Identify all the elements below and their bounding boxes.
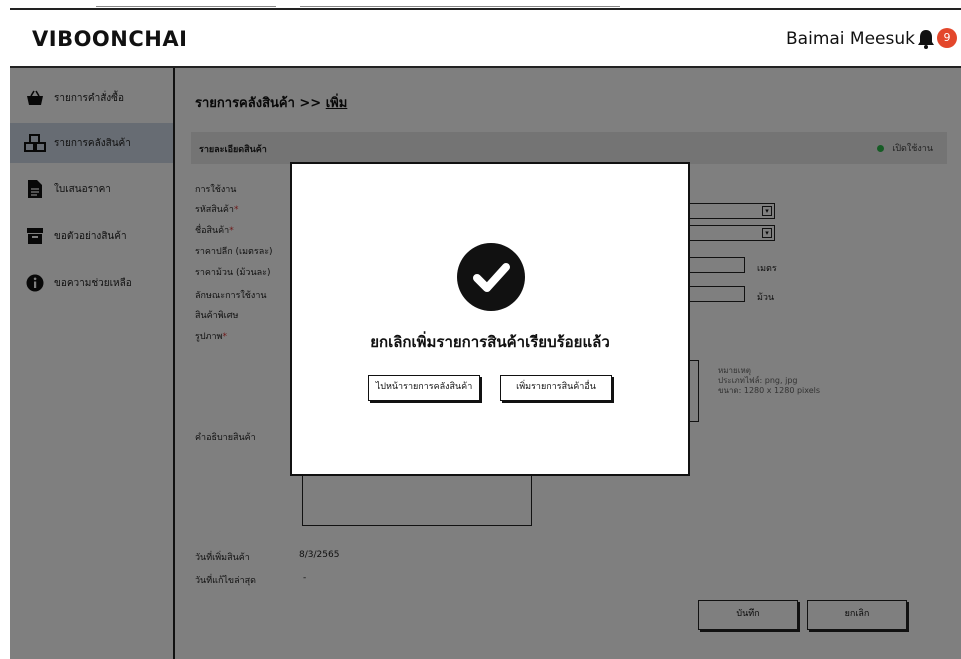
top-fragment-left xyxy=(96,0,276,7)
go-inventory-button[interactable]: ไปหน้ารายการคลังสินค้า xyxy=(368,375,480,401)
header: VIBOONCHAI Baimai Meesuk 9 xyxy=(10,10,961,68)
user-name[interactable]: Baimai Meesuk xyxy=(786,29,915,49)
add-other-product-button[interactable]: เพิ่มรายการสินค้าอื่น xyxy=(500,375,612,401)
top-fragment-right xyxy=(300,0,620,7)
app-logo[interactable]: VIBOONCHAI xyxy=(32,27,187,51)
notification-badge[interactable]: 9 xyxy=(937,28,957,48)
success-dialog: ยกเลิกเพิ่มรายการสินค้าเรียบร้อยแล้ว ไปห… xyxy=(290,162,690,476)
checkmark-icon xyxy=(457,243,525,311)
dialog-message: ยกเลิกเพิ่มรายการสินค้าเรียบร้อยแล้ว xyxy=(370,333,610,351)
bell-icon[interactable] xyxy=(917,29,935,49)
